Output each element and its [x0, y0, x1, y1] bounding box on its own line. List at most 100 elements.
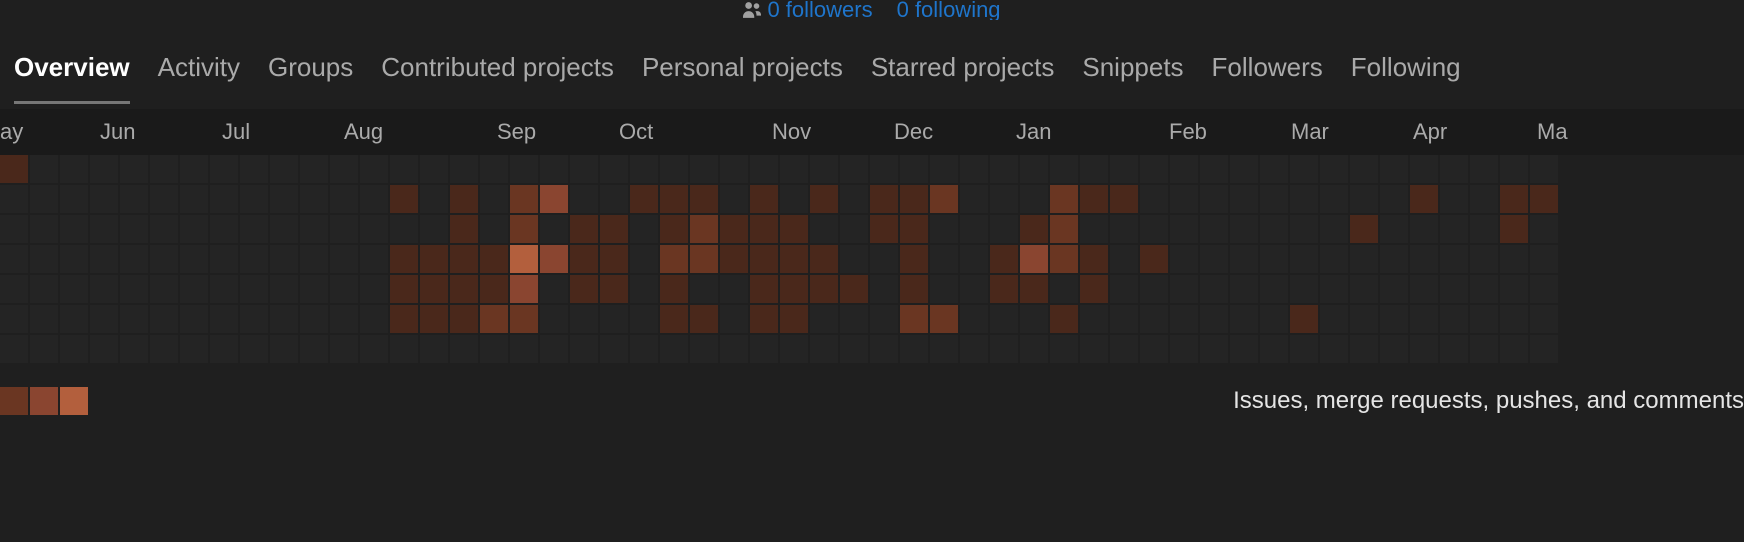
- calendar-day[interactable]: [1200, 275, 1228, 303]
- calendar-day[interactable]: [1350, 185, 1378, 213]
- calendar-day[interactable]: [90, 215, 118, 243]
- calendar-day[interactable]: [1530, 335, 1558, 363]
- calendar-day[interactable]: [750, 305, 778, 333]
- calendar-day[interactable]: [180, 335, 208, 363]
- calendar-day[interactable]: [1380, 215, 1408, 243]
- calendar-day[interactable]: [0, 335, 28, 363]
- calendar-day[interactable]: [210, 305, 238, 333]
- calendar-day[interactable]: [1020, 275, 1048, 303]
- calendar-day[interactable]: [600, 245, 628, 273]
- calendar-day[interactable]: [900, 305, 928, 333]
- calendar-day[interactable]: [330, 275, 358, 303]
- calendar-day[interactable]: [450, 245, 478, 273]
- calendar-day[interactable]: [330, 215, 358, 243]
- calendar-day[interactable]: [90, 335, 118, 363]
- calendar-day[interactable]: [1260, 305, 1288, 333]
- calendar-day[interactable]: [570, 215, 598, 243]
- calendar-day[interactable]: [570, 245, 598, 273]
- calendar-day[interactable]: [1050, 155, 1078, 183]
- calendar-day[interactable]: [360, 275, 388, 303]
- calendar-day[interactable]: [420, 335, 448, 363]
- calendar-day[interactable]: [720, 245, 748, 273]
- calendar-day[interactable]: [300, 245, 328, 273]
- followers-link[interactable]: 0 followers: [743, 0, 872, 20]
- calendar-day[interactable]: [1320, 155, 1348, 183]
- calendar-day[interactable]: [420, 245, 448, 273]
- calendar-day[interactable]: [540, 275, 568, 303]
- calendar-day[interactable]: [900, 185, 928, 213]
- calendar-day[interactable]: [570, 155, 598, 183]
- calendar-day[interactable]: [1050, 305, 1078, 333]
- calendar-day[interactable]: [1230, 155, 1258, 183]
- calendar-day[interactable]: [330, 245, 358, 273]
- calendar-day[interactable]: [30, 155, 58, 183]
- calendar-day[interactable]: [660, 335, 688, 363]
- calendar-day[interactable]: [840, 305, 868, 333]
- calendar-day[interactable]: [1200, 215, 1228, 243]
- calendar-day[interactable]: [30, 215, 58, 243]
- calendar-day[interactable]: [1470, 155, 1498, 183]
- calendar-day[interactable]: [1230, 245, 1258, 273]
- calendar-day[interactable]: [1350, 215, 1378, 243]
- calendar-day[interactable]: [450, 215, 478, 243]
- calendar-day[interactable]: [120, 335, 148, 363]
- calendar-day[interactable]: [690, 275, 718, 303]
- calendar-day[interactable]: [630, 215, 658, 243]
- calendar-day[interactable]: [390, 305, 418, 333]
- calendar-day[interactable]: [750, 275, 778, 303]
- calendar-day[interactable]: [1350, 155, 1378, 183]
- calendar-day[interactable]: [600, 305, 628, 333]
- calendar-day[interactable]: [660, 245, 688, 273]
- calendar-day[interactable]: [540, 305, 568, 333]
- calendar-day[interactable]: [1290, 245, 1318, 273]
- following-link[interactable]: 0 following: [897, 0, 1001, 20]
- calendar-day[interactable]: [510, 305, 538, 333]
- calendar-day[interactable]: [1380, 275, 1408, 303]
- calendar-day[interactable]: [480, 155, 508, 183]
- calendar-day[interactable]: [1410, 275, 1438, 303]
- calendar-day[interactable]: [780, 275, 808, 303]
- calendar-day[interactable]: [300, 215, 328, 243]
- calendar-day[interactable]: [1020, 215, 1048, 243]
- calendar-day[interactable]: [990, 185, 1018, 213]
- calendar-day[interactable]: [690, 185, 718, 213]
- calendar-day[interactable]: [540, 155, 568, 183]
- calendar-day[interactable]: [960, 215, 988, 243]
- calendar-day[interactable]: [360, 305, 388, 333]
- tab-activity[interactable]: Activity: [158, 52, 240, 104]
- calendar-day[interactable]: [510, 245, 538, 273]
- calendar-day[interactable]: [120, 275, 148, 303]
- calendar-day[interactable]: [1410, 305, 1438, 333]
- calendar-day[interactable]: [270, 305, 298, 333]
- calendar-day[interactable]: [1110, 215, 1138, 243]
- calendar-day[interactable]: [390, 245, 418, 273]
- calendar-day[interactable]: [1500, 215, 1528, 243]
- calendar-day[interactable]: [30, 245, 58, 273]
- calendar-day[interactable]: [210, 335, 238, 363]
- calendar-day[interactable]: [750, 215, 778, 243]
- calendar-day[interactable]: [0, 245, 28, 273]
- calendar-day[interactable]: [60, 155, 88, 183]
- calendar-day[interactable]: [510, 155, 538, 183]
- calendar-day[interactable]: [1500, 275, 1528, 303]
- calendar-day[interactable]: [180, 215, 208, 243]
- calendar-day[interactable]: [1200, 245, 1228, 273]
- calendar-day[interactable]: [240, 305, 268, 333]
- calendar-day[interactable]: [930, 155, 958, 183]
- calendar-day[interactable]: [1380, 155, 1408, 183]
- calendar-day[interactable]: [1140, 335, 1168, 363]
- calendar-day[interactable]: [1140, 305, 1168, 333]
- tab-groups[interactable]: Groups: [268, 52, 353, 104]
- calendar-day[interactable]: [90, 305, 118, 333]
- calendar-day[interactable]: [870, 155, 898, 183]
- calendar-day[interactable]: [1320, 245, 1348, 273]
- calendar-day[interactable]: [60, 185, 88, 213]
- calendar-day[interactable]: [30, 305, 58, 333]
- calendar-day[interactable]: [960, 275, 988, 303]
- calendar-day[interactable]: [690, 305, 718, 333]
- calendar-day[interactable]: [810, 185, 838, 213]
- calendar-day[interactable]: [330, 155, 358, 183]
- calendar-day[interactable]: [1350, 305, 1378, 333]
- calendar-day[interactable]: [420, 155, 448, 183]
- calendar-day[interactable]: [540, 335, 568, 363]
